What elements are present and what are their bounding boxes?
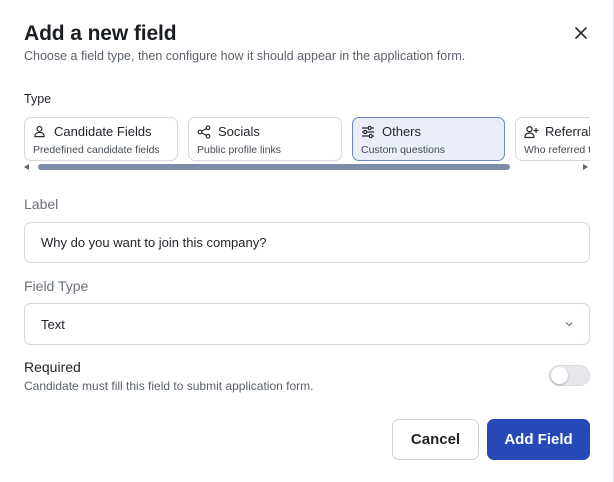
cancel-button[interactable]: Cancel	[392, 419, 479, 460]
field-type-label: Field Type	[24, 278, 89, 294]
type-strip-scrollbar[interactable]	[24, 163, 590, 171]
scroll-right-arrow-icon[interactable]	[583, 164, 588, 170]
sliders-icon	[361, 124, 376, 139]
type-option-name: Others	[382, 124, 422, 139]
close-icon	[575, 27, 587, 39]
add-field-button[interactable]: Add Field	[487, 419, 590, 460]
scroll-left-arrow-icon[interactable]	[24, 164, 29, 170]
type-option-others[interactable]: Others Custom questions	[352, 117, 505, 161]
person-add-icon	[524, 124, 539, 139]
type-option-name: Referral	[545, 124, 590, 139]
field-type-options: Candidate Fields Predefined candidate fi…	[24, 117, 590, 163]
add-field-dialog: Add a new field Choose a field type, the…	[0, 0, 614, 482]
dialog-subtitle: Choose a field type, then configure how …	[24, 49, 466, 63]
type-option-description: Public profile links	[197, 144, 282, 156]
share-icon	[197, 124, 212, 139]
type-option-name: Candidate Fields	[54, 124, 152, 139]
type-option-name: Socials	[218, 124, 260, 139]
type-section-label: Type	[24, 92, 52, 106]
type-option-socials[interactable]: Socials Public profile links	[188, 117, 342, 161]
label-field-label: Label	[24, 196, 59, 212]
chevron-down-icon	[565, 320, 573, 328]
type-option-description: Custom questions	[361, 144, 446, 156]
label-input[interactable]	[24, 222, 590, 263]
person-icon	[33, 124, 48, 139]
required-title: Required	[24, 359, 81, 375]
required-toggle[interactable]	[549, 365, 590, 386]
field-type-value: Text	[41, 316, 65, 332]
type-option-description: Who referred t	[524, 144, 590, 156]
field-type-select[interactable]: Text	[24, 303, 590, 345]
type-option-description: Predefined candidate fields	[33, 144, 160, 156]
dialog-title: Add a new field	[24, 22, 177, 45]
type-option-candidate-fields[interactable]: Candidate Fields Predefined candidate fi…	[24, 117, 178, 161]
toggle-knob	[551, 367, 568, 384]
close-button[interactable]	[570, 22, 592, 44]
type-option-referral[interactable]: Referral Who referred t	[515, 117, 590, 161]
scrollbar-thumb[interactable]	[38, 164, 510, 170]
required-description: Candidate must fill this field to submit…	[24, 379, 314, 393]
